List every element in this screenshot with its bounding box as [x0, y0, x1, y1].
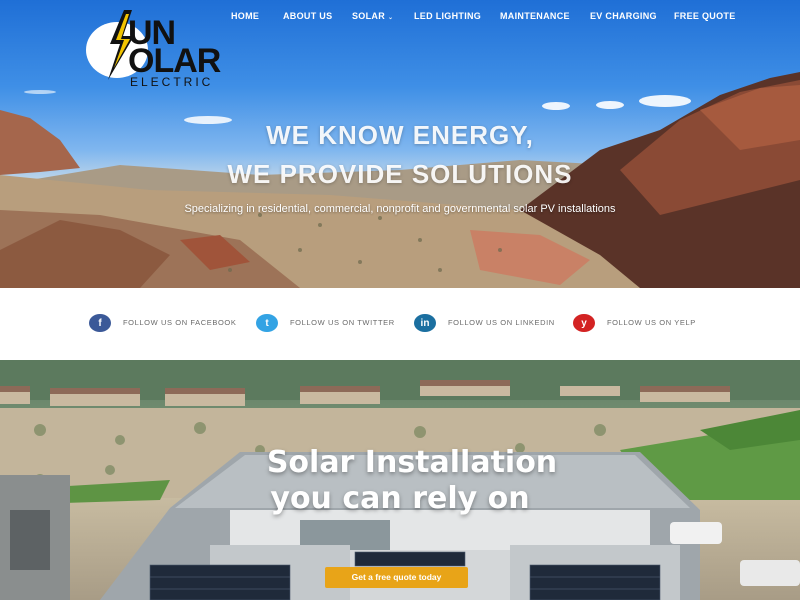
- yelp-icon: y: [573, 314, 595, 332]
- nav-item-ev-charging[interactable]: EV CHARGING: [590, 10, 657, 22]
- free-quote-button[interactable]: Get a free quote today: [325, 567, 468, 588]
- hero-title-line1: WE KNOW ENERGY,: [266, 120, 534, 150]
- follow-facebook-label: FOLLOW US ON FACEBOOK: [123, 318, 237, 327]
- follow-linkedin-link[interactable]: in FOLLOW US ON LINKEDIN: [414, 314, 555, 332]
- nav-item-led-lighting[interactable]: LED LIGHTING: [414, 10, 481, 22]
- hero-section: UN OLAR ELECTRIC HOME ABOUT US SOLAR ⌄ LE…: [0, 0, 800, 288]
- nav-item-solar[interactable]: SOLAR ⌄: [352, 10, 393, 24]
- follow-twitter-label: FOLLOW US ON TWITTER: [290, 318, 395, 327]
- installation-background-image: [0, 360, 800, 600]
- nav-item-solar-label: SOLAR: [352, 11, 385, 21]
- hero-title-line2: WE PROVIDE SOLUTIONS: [227, 159, 573, 189]
- nav-item-about-us[interactable]: ABOUT US: [283, 10, 332, 22]
- follow-facebook-link[interactable]: f FOLLOW US ON FACEBOOK: [89, 314, 236, 332]
- nav-item-free-quote[interactable]: FREE QUOTE: [674, 10, 736, 22]
- site-logo[interactable]: UN OLAR ELECTRIC: [86, 10, 221, 88]
- hero-subtitle: Specializing in residential, commercial,…: [184, 203, 616, 215]
- facebook-icon: f: [89, 314, 111, 332]
- nav-item-maintenance[interactable]: MAINTENANCE: [500, 10, 570, 22]
- follow-linkedin-label: FOLLOW US ON LINKEDIN: [448, 318, 555, 327]
- logo-text-line3: ELECTRIC: [130, 75, 214, 89]
- installation-section: [0, 360, 800, 600]
- logo-text-line2: OLAR: [128, 42, 221, 80]
- installation-title-line2: you can rely on: [270, 481, 530, 516]
- installation-title-line1: Solar Installation: [266, 445, 558, 480]
- social-links-bar: f FOLLOW US ON FACEBOOK t FOLLOW US ON T…: [0, 288, 800, 360]
- follow-yelp-label: FOLLOW US ON YELP: [607, 318, 696, 327]
- linkedin-icon: in: [414, 314, 436, 332]
- follow-yelp-link[interactable]: y FOLLOW US ON YELP: [573, 314, 696, 332]
- nav-item-home[interactable]: HOME: [231, 10, 259, 22]
- follow-twitter-link[interactable]: t FOLLOW US ON TWITTER: [256, 314, 395, 332]
- twitter-icon: t: [256, 314, 278, 332]
- chevron-down-icon: ⌄: [388, 15, 394, 21]
